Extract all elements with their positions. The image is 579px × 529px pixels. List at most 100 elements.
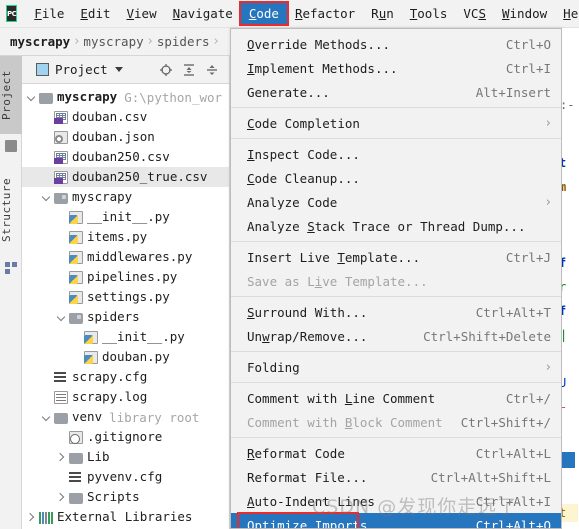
breadcrumb-item[interactable]: myscrapy — [10, 34, 70, 49]
menu-item-shortcut: Ctrl+I — [505, 60, 551, 76]
tree-row[interactable]: __init__.py — [22, 327, 229, 347]
project-tree[interactable]: myscrapy G:\python_wor douban.csv douban.js… — [22, 84, 229, 528]
tree-row[interactable]: External Libraries — [22, 507, 229, 527]
menu-file[interactable]: File — [26, 3, 72, 24]
folder-src-icon — [69, 312, 83, 324]
tree-toggle-closed-icon[interactable] — [56, 492, 67, 503]
menu-view[interactable]: View — [119, 3, 165, 24]
menu-item-code-cleanup[interactable]: Code Cleanup... — [231, 166, 561, 190]
tree-row[interactable]: myscrapy G:\python_wor — [22, 87, 229, 107]
menu-item-analyze-stack-trace-or-thread-dump[interactable]: Analyze Stack Trace or Thread Dump... — [231, 214, 561, 238]
menu-item-analyze-code[interactable]: Analyze Code › — [231, 190, 561, 214]
tree-row[interactable]: spiders — [22, 307, 229, 327]
menu-item-label: Override Methods... — [247, 36, 390, 52]
project-panel-header: Project — [22, 56, 229, 84]
tool-tab-structure[interactable]: Structure — [0, 164, 22, 256]
breadcrumb-separator-icon: › — [147, 34, 153, 49]
py-icon — [84, 350, 98, 364]
project-tool-window: Project myscrapy G:\python_wor douban.cs… — [22, 56, 230, 529]
tree-row[interactable]: items.py — [22, 227, 229, 247]
tree-row[interactable]: __init__.py — [22, 207, 229, 227]
breadcrumb[interactable]: myscrapy › myscrapy › spiders › — [0, 28, 230, 56]
menu-code[interactable]: Code — [238, 1, 289, 26]
menu-item-optimize-imports[interactable]: Optimize Imports Ctrl+Alt+O — [231, 513, 561, 528]
tree-row[interactable]: scrapy.cfg — [22, 367, 229, 387]
menu-vcs[interactable]: VCS — [455, 3, 494, 24]
tree-toggle-open-icon[interactable] — [56, 312, 67, 323]
menu-item-shortcut: Ctrl+Alt+Shift+L — [430, 469, 551, 485]
menu-item-auto-indent-lines[interactable]: Auto-Indent Lines Ctrl+Alt+I — [231, 489, 561, 513]
menu-item-label: Surround With... — [247, 304, 368, 320]
structure-icon — [5, 262, 17, 274]
chevron-right-icon: › — [545, 115, 551, 131]
tree-item-label: douban.json — [72, 129, 155, 144]
menu-item-generate[interactable]: Generate... Alt+Insert — [231, 80, 561, 104]
code-menu-popup[interactable]: Override Methods... Ctrl+O Implement Metho… — [230, 28, 562, 529]
tree-toggle-closed-icon[interactable] — [56, 452, 67, 463]
tool-tab-project[interactable]: Project — [0, 56, 22, 134]
breadcrumb-separator-icon: › — [74, 34, 80, 49]
menu-tools[interactable]: Tools — [402, 3, 456, 24]
tree-item-label: scrapy.cfg — [72, 369, 148, 384]
tree-row[interactable]: middlewares.py — [22, 247, 229, 267]
py-icon — [69, 270, 83, 284]
tree-toggle-open-icon[interactable] — [41, 192, 52, 203]
menu-item-inspect-code[interactable]: Inspect Code... — [231, 142, 561, 166]
menu-item-reformat-file[interactable]: Reformat File... Ctrl+Alt+Shift+L — [231, 465, 561, 489]
tree-row[interactable]: Lib — [22, 447, 229, 467]
tree-row[interactable]: douban.py — [22, 347, 229, 367]
py-icon — [84, 330, 98, 344]
locate-icon[interactable] — [159, 63, 173, 77]
tree-row[interactable]: myscrapy — [22, 187, 229, 207]
menu-item-label: Save as Live Template... — [247, 273, 428, 289]
tree-row[interactable]: settings.py — [22, 287, 229, 307]
menu-item-folding[interactable]: Folding › — [231, 355, 561, 379]
tree-row[interactable]: douban.csv — [22, 107, 229, 127]
menu-help[interactable]: Help — [555, 3, 579, 24]
menu-refactor[interactable]: Refactor — [287, 3, 363, 24]
tree-row[interactable]: pipelines.py — [22, 267, 229, 287]
menu-navigate[interactable]: Navigate — [165, 3, 241, 24]
tree-row[interactable]: douban.json — [22, 127, 229, 147]
menu-run[interactable]: Run — [363, 3, 402, 24]
project-icon — [36, 63, 49, 76]
menu-item-shortcut: Ctrl+Shift+Delete — [423, 328, 551, 344]
collapse-all-icon[interactable] — [205, 63, 219, 77]
tree-toggle-closed-icon[interactable] — [26, 512, 37, 523]
tree-row[interactable]: .gitignore — [22, 427, 229, 447]
tree-row[interactable]: douban250.csv — [22, 147, 229, 167]
menu-edit[interactable]: Edit — [72, 3, 118, 24]
menu-item-unwrap-remove[interactable]: Unwrap/Remove... Ctrl+Shift+Delete — [231, 324, 561, 348]
expand-all-icon[interactable] — [182, 63, 196, 77]
tree-row[interactable]: scrapy.log — [22, 387, 229, 407]
tree-toggle-open-icon[interactable] — [26, 92, 37, 103]
menu-separator — [231, 107, 561, 108]
menu-item-surround-with[interactable]: Surround With... Ctrl+Alt+T — [231, 300, 561, 324]
menu-window[interactable]: Window — [494, 3, 555, 24]
menu-item-code-completion[interactable]: Code Completion › — [231, 111, 561, 135]
chevron-down-icon[interactable] — [114, 67, 123, 72]
menu-item-label: Implement Methods... — [247, 60, 398, 76]
menu-item-implement-methods[interactable]: Implement Methods... Ctrl+I — [231, 56, 561, 80]
py-icon — [69, 210, 83, 224]
menu-item-insert-live-template[interactable]: Insert Live Template... Ctrl+J — [231, 245, 561, 269]
tree-row[interactable]: pyvenv.cfg — [22, 467, 229, 487]
breadcrumb-item[interactable]: myscrapy — [83, 34, 143, 49]
breadcrumb-item[interactable]: spiders — [157, 34, 210, 49]
tree-row[interactable]: douban250_true.csv — [22, 167, 229, 187]
tree-row[interactable]: Scripts — [22, 487, 229, 507]
editor-sliver[interactable]: :- t m f r f | U - t f — [562, 28, 579, 529]
menu-item-override-methods[interactable]: Override Methods... Ctrl+O — [231, 32, 561, 56]
tree-toggle-open-icon[interactable] — [41, 412, 52, 423]
menu-item-comment-with-line-comment[interactable]: Comment with Line Comment Ctrl+/ — [231, 386, 561, 410]
csv-icon — [54, 150, 68, 164]
py-icon — [69, 290, 83, 304]
menu-item-shortcut: Alt+Insert — [475, 84, 551, 100]
breadcrumb-items: myscrapy › myscrapy › spiders › — [10, 34, 223, 49]
menu-item-reformat-code[interactable]: Reformat Code Ctrl+Alt+L — [231, 441, 561, 465]
tree-row[interactable]: venv library root — [22, 407, 229, 427]
